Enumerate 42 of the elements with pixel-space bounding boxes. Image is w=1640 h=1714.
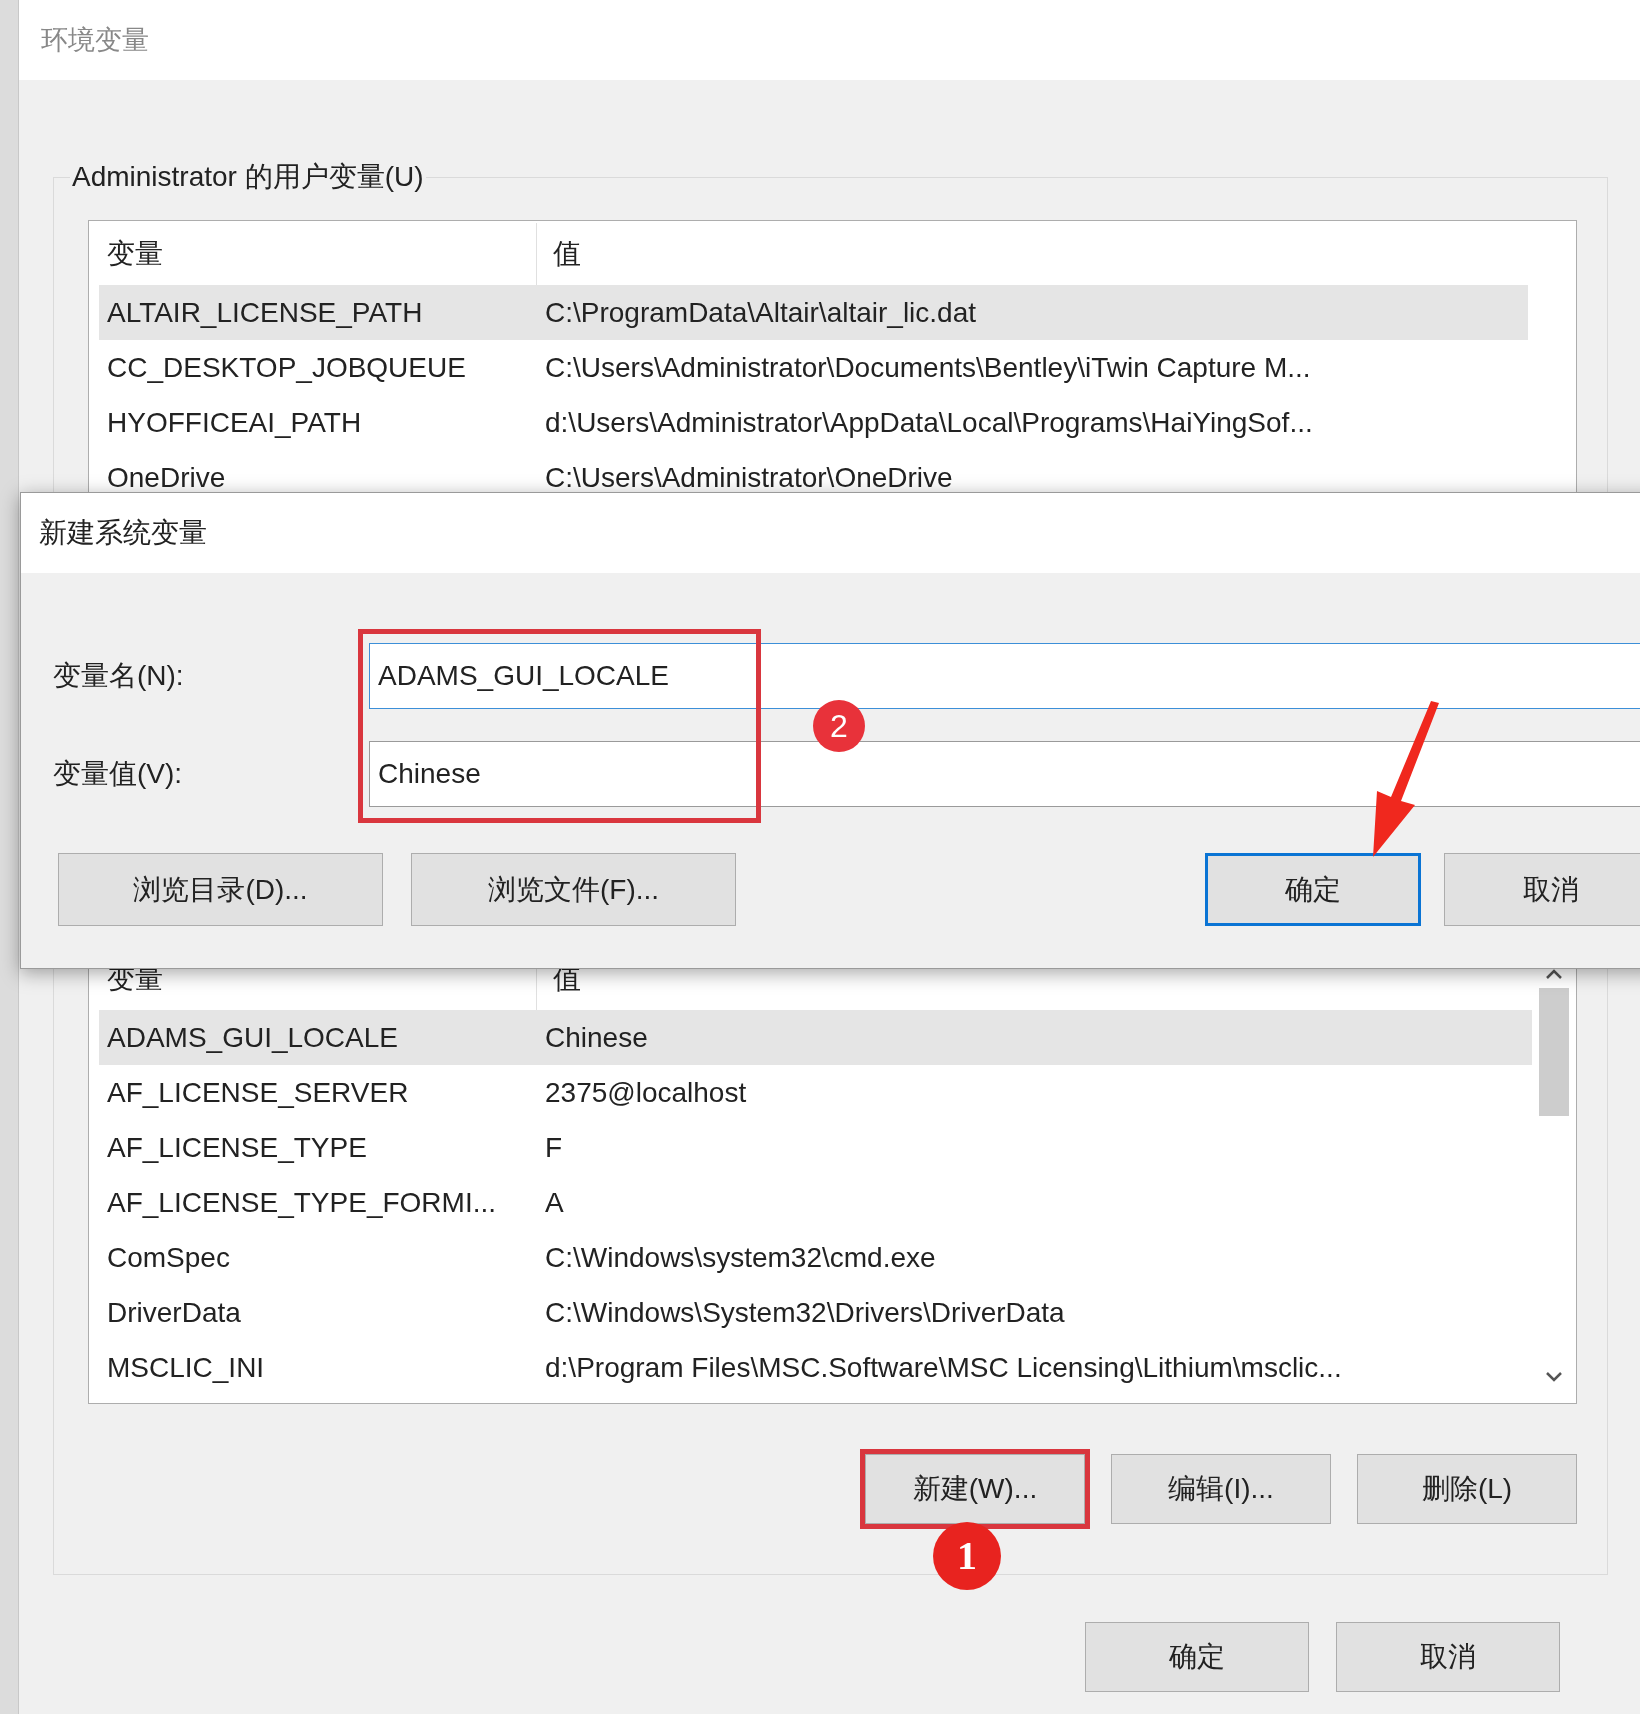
column-header[interactable]: 值 xyxy=(537,233,581,275)
dialog-button[interactable]: 浏览目录(D)... xyxy=(58,853,383,926)
action-button[interactable]: 编辑(I)... xyxy=(1111,1454,1331,1524)
variable-value: C:\Windows\system32\cmd.exe xyxy=(544,1240,936,1275)
variable-name: MSCLIC_INI xyxy=(106,1350,266,1385)
variable-name: ADAMS_GUI_LOCALE xyxy=(106,1020,399,1055)
window-title: 环境变量 xyxy=(41,23,149,57)
dialog-button[interactable]: 确定 xyxy=(1205,853,1421,926)
field-label: 变量名(N): xyxy=(53,659,185,693)
variable-value: C:\Users\Administrator\OneDrive xyxy=(544,460,953,495)
variable-name: ComSpec xyxy=(106,1240,231,1275)
group-label: Administrator 的用户变量(U) xyxy=(71,160,425,194)
variable-value: C:\Users\Administrator\Documents\Bentley\iTwin Capture M... xyxy=(544,350,1311,385)
variable-name: HYOFFICEAI_PATH xyxy=(106,405,363,440)
dialog-title: 新建系统变量 xyxy=(39,516,207,550)
variable-name: DriverData xyxy=(106,1295,242,1330)
variable-name: CC_DESKTOP_JOBQUEUE xyxy=(106,350,467,385)
action-button[interactable]: 新建(W)... xyxy=(865,1454,1085,1524)
variable-value: d:\Program Files\MSC.Software\MSC Licensing\Lithium\msclic... xyxy=(544,1350,1342,1385)
text-field[interactable]: ADAMS_GUI_LOCALE xyxy=(369,643,1640,709)
table-row[interactable]: ADAMS_GUI_LOCALE Chinese xyxy=(99,1010,1532,1065)
step-badge: 1 xyxy=(933,1522,1001,1590)
variable-name: AF_LICENSE_SERVER xyxy=(106,1075,410,1110)
variable-value: C:\Windows\System32\Drivers\DriverData xyxy=(544,1295,1065,1330)
variable-name: ALTAIR_LICENSE_PATH xyxy=(106,295,424,330)
variable-name: OneDrive xyxy=(106,460,227,495)
dialog-button[interactable]: 取消 xyxy=(1336,1622,1560,1692)
variable-name: AF_LICENSE_TYPE xyxy=(106,1130,368,1165)
field-label: 变量值(V): xyxy=(53,757,184,791)
variable-value: 2375@localhost xyxy=(544,1075,747,1110)
dialog-button[interactable]: 确定 xyxy=(1085,1622,1309,1692)
dialog-button[interactable]: 取消 xyxy=(1443,853,1640,926)
variable-value: d:\Users\Administrator\AppData\Local\Programs\HaiYingSof... xyxy=(544,405,1313,440)
action-button[interactable]: 删除(L) xyxy=(1357,1454,1577,1524)
variable-value: C:\ProgramData\Altair\altair_lic.dat xyxy=(544,295,977,330)
variable-value: F xyxy=(544,1130,563,1165)
table-row[interactable]: ALTAIR_LICENSE_PATH C:\ProgramData\Altair\altair_lic.dat xyxy=(99,285,1528,340)
text-field[interactable]: Chinese xyxy=(369,741,1640,807)
variable-value: A xyxy=(544,1185,564,1220)
variable-value: Chinese xyxy=(544,1020,648,1055)
variable-name: AF_LICENSE_TYPE_FORMI... xyxy=(106,1185,497,1220)
dialog-button[interactable]: 浏览文件(F)... xyxy=(411,853,736,926)
